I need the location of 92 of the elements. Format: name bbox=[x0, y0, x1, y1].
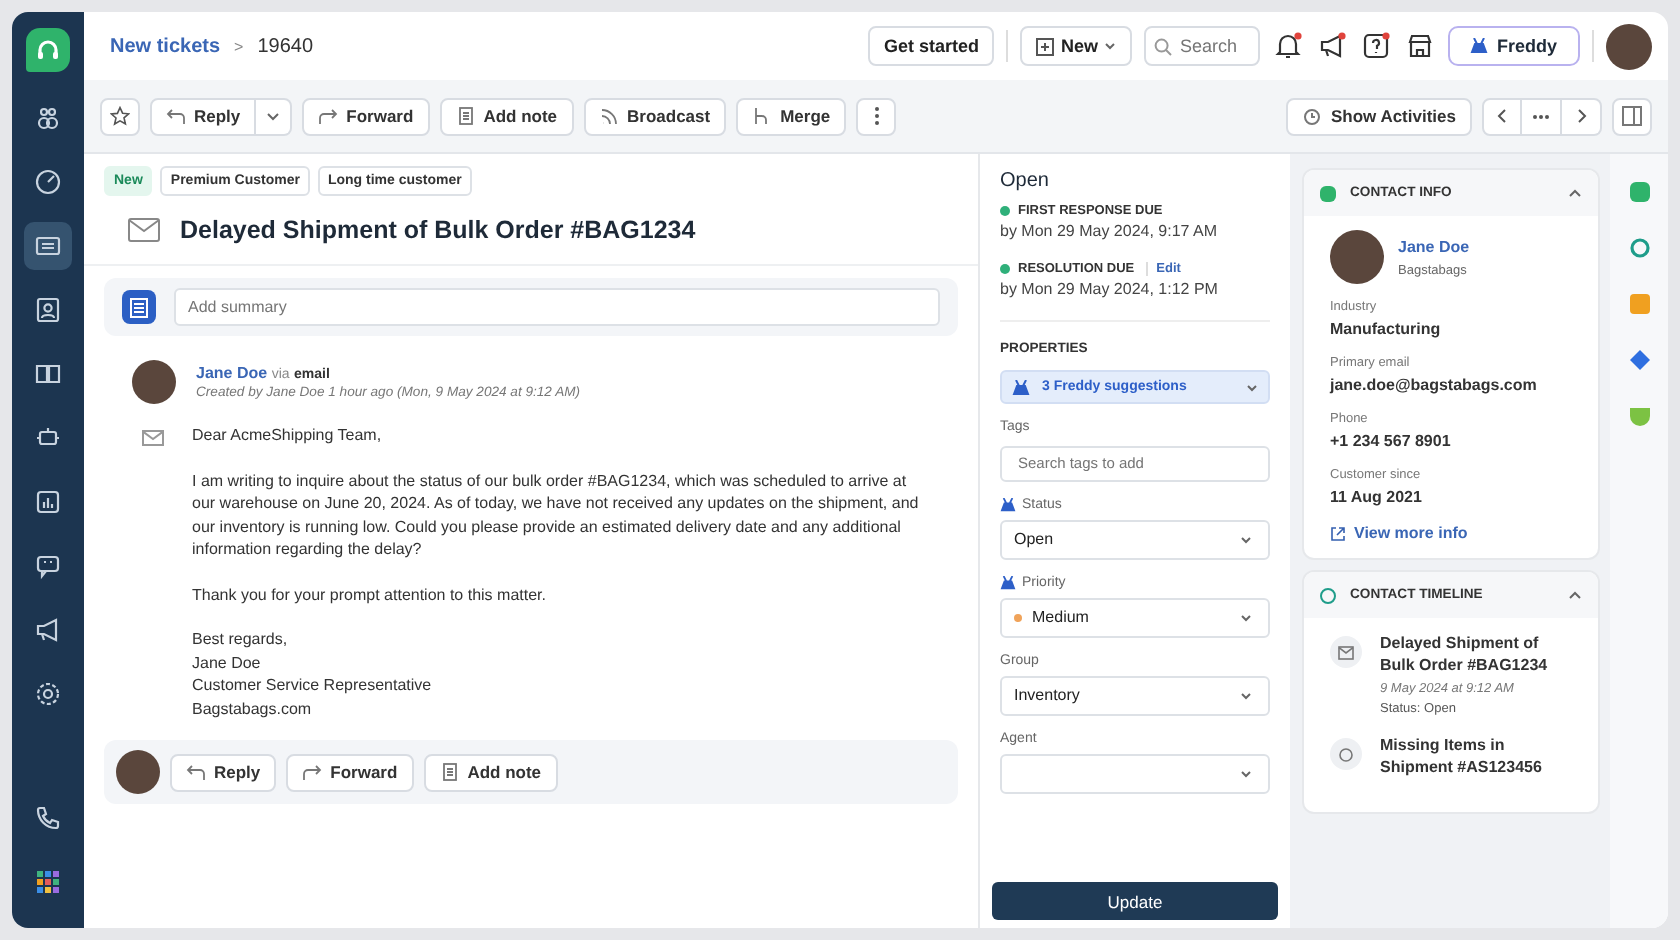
caret-icon bbox=[1240, 769, 1252, 777]
breadcrumb-link[interactable]: New tickets bbox=[110, 35, 221, 57]
ai-icon bbox=[1000, 575, 1016, 589]
more-options-button[interactable] bbox=[856, 97, 897, 135]
broadcast-icon bbox=[599, 106, 620, 126]
forward-icon bbox=[302, 762, 323, 782]
ai-icon bbox=[1470, 38, 1489, 54]
message-paragraph: Thank you for your prompt attention to this matter. bbox=[192, 583, 548, 606]
ai-icon bbox=[1012, 379, 1030, 395]
due-date: by Mon 29 May 2024, 1:12 PM bbox=[1000, 280, 1220, 298]
dropdown-field[interactable]: Open bbox=[1000, 519, 1270, 559]
help-icon[interactable] bbox=[1360, 30, 1392, 62]
field-value: Manufacturing bbox=[1330, 320, 1443, 338]
timeline-title[interactable]: Missing Items in Shipment #AS123456 bbox=[1380, 734, 1572, 778]
chevron-right-icon bbox=[1575, 108, 1587, 124]
megaphone-icon[interactable] bbox=[1316, 30, 1348, 62]
agent-avatar bbox=[116, 750, 160, 794]
sender-name[interactable]: Jane Doe bbox=[196, 364, 268, 382]
envelope-icon bbox=[1330, 636, 1362, 668]
more-button[interactable] bbox=[1522, 97, 1562, 135]
signature-line: Customer Service Representative bbox=[192, 674, 434, 697]
envelope-icon bbox=[142, 430, 164, 446]
dropdown-field[interactable]: Medium bbox=[1000, 597, 1270, 637]
caret-icon bbox=[266, 111, 281, 121]
reply-button[interactable]: Reply bbox=[170, 753, 277, 791]
caret-icon bbox=[1240, 535, 1252, 543]
freddy-button[interactable]: Freddy bbox=[1448, 26, 1580, 66]
get-started-button[interactable]: Get started bbox=[867, 26, 995, 66]
store-icon[interactable] bbox=[1404, 30, 1436, 62]
new-button[interactable]: New bbox=[1020, 26, 1132, 66]
reply-icon bbox=[166, 106, 186, 126]
merge-button[interactable]: Merge bbox=[736, 97, 847, 135]
note-button[interactable]: Add note bbox=[423, 753, 558, 791]
broadcast-button[interactable]: Broadcast bbox=[583, 97, 727, 135]
caret-icon bbox=[1246, 383, 1258, 391]
tickets-icon[interactable] bbox=[24, 222, 72, 270]
logo-icon[interactable] bbox=[26, 28, 70, 72]
plus-square-icon bbox=[1036, 37, 1055, 55]
caret-icon bbox=[1240, 691, 1252, 699]
user-avatar[interactable] bbox=[1606, 23, 1652, 69]
ticket-number: 19640 bbox=[257, 35, 314, 57]
panel-toggle-button[interactable] bbox=[1612, 97, 1652, 135]
ellipsis-icon bbox=[1532, 113, 1550, 119]
due-date: by Mon 29 May 2024, 9:17 AM bbox=[1000, 222, 1220, 240]
envelope-icon bbox=[128, 218, 160, 242]
note-icon bbox=[439, 762, 460, 782]
reply-button[interactable]: Reply bbox=[150, 97, 257, 135]
next-button[interactable] bbox=[1562, 97, 1602, 135]
field-value: +1 234 567 8901 bbox=[1330, 432, 1453, 450]
signature-line: Best regards, bbox=[192, 628, 290, 651]
ticket-title: Delayed Shipment of Bulk Order #BAG1234 bbox=[180, 216, 696, 244]
field-value: jane.doe@bagstabags.com bbox=[1330, 376, 1539, 394]
dropdown-field[interactable]: Inventory bbox=[1000, 675, 1270, 715]
contact-name[interactable]: Jane Doe bbox=[1398, 237, 1470, 255]
chevron-left-icon bbox=[1496, 108, 1508, 124]
timeline-title[interactable]: Delayed Shipment of Bulk Order #BAG1234 bbox=[1380, 632, 1572, 676]
ai-icon bbox=[1000, 497, 1016, 511]
reply-icon bbox=[186, 762, 206, 782]
field-value: 11 Aug 2021 bbox=[1330, 488, 1424, 506]
caret-icon bbox=[1104, 42, 1116, 50]
kebab-icon bbox=[873, 106, 880, 126]
side-panel-icon bbox=[1622, 106, 1642, 126]
caret-icon bbox=[1240, 613, 1252, 621]
collapse-icon[interactable] bbox=[1568, 188, 1582, 198]
diamond-icon[interactable] bbox=[1629, 350, 1649, 370]
bell-icon[interactable] bbox=[1272, 30, 1304, 62]
breadcrumb-separator: > bbox=[234, 37, 244, 55]
message-paragraph: I am writing to inquire about the status of our bulk order #BAG1234, which was scheduled to arrive at our warehouse on June 20, 2024. As of today, we have not received any updates on the shipment, and our inventory is running low. Could you please provide an estimated delivery date and any additional information regarding the delay? bbox=[192, 469, 921, 561]
forward-button[interactable]: Forward bbox=[286, 753, 414, 791]
summary-field[interactable]: Add summary bbox=[174, 288, 940, 326]
sender-avatar bbox=[132, 360, 176, 404]
show-activities-button[interactable]: Show Activities bbox=[1286, 97, 1472, 135]
collapse-icon[interactable] bbox=[1568, 590, 1582, 600]
forward-icon bbox=[318, 106, 339, 126]
note-button[interactable]: Add note bbox=[439, 97, 574, 135]
star-button[interactable] bbox=[100, 97, 140, 135]
note-icon bbox=[455, 106, 476, 126]
signature-line: Bagstabags.com bbox=[192, 697, 314, 720]
summary-icon bbox=[122, 290, 156, 324]
ticket-status: Open bbox=[1000, 170, 1051, 192]
search-field[interactable]: Search bbox=[1144, 26, 1260, 66]
star-icon bbox=[110, 106, 130, 126]
signature-line: Jane Doe bbox=[192, 651, 263, 674]
previous-button[interactable] bbox=[1482, 97, 1522, 135]
contact-avatar bbox=[1330, 230, 1384, 284]
message-paragraph: Dear AcmeShipping Team, bbox=[192, 424, 384, 447]
dropdown-field[interactable] bbox=[1000, 753, 1270, 793]
update-button[interactable]: Update bbox=[992, 882, 1278, 920]
forward-button[interactable]: Forward bbox=[302, 97, 430, 135]
external-link-icon bbox=[1330, 525, 1346, 541]
view-more-link[interactable]: View more info bbox=[1354, 524, 1468, 542]
merge-icon bbox=[752, 106, 773, 126]
